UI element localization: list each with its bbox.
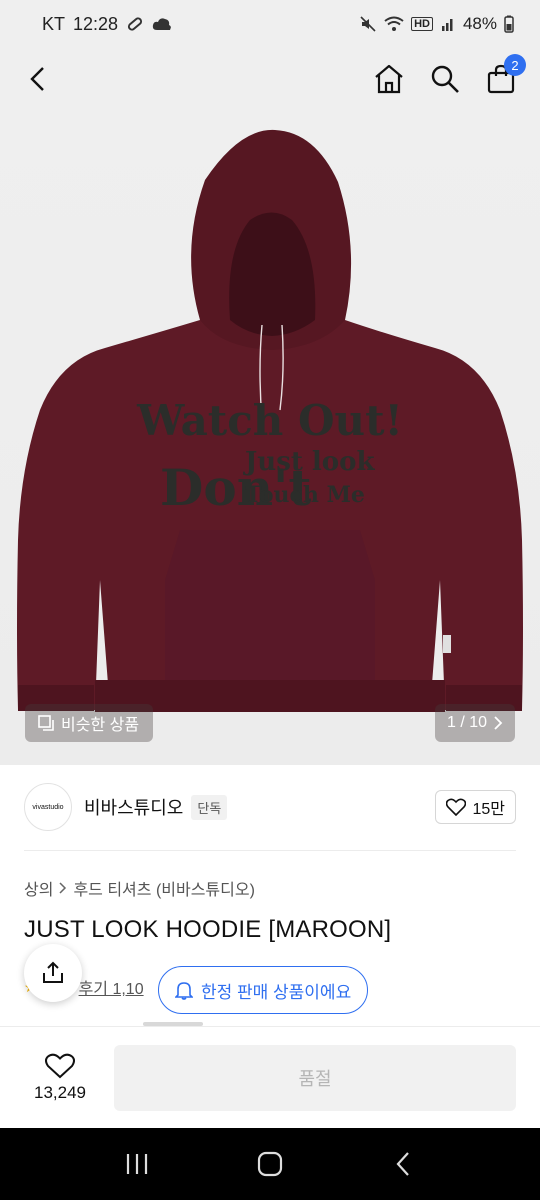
share-button[interactable]	[24, 944, 82, 1002]
pager-text: 1 / 10	[446, 714, 487, 731]
carrier: KT	[42, 13, 66, 34]
brand-name[interactable]: 비바스튜디오	[84, 794, 183, 820]
battery-level: 48%	[462, 14, 497, 33]
product-title: JUST LOOK HOODIE [MAROON]	[24, 916, 392, 943]
print-line-3: Just look	[243, 447, 375, 477]
print-line-4: Touch Me	[245, 482, 365, 508]
home-button[interactable]	[372, 62, 406, 96]
home-circle-icon	[257, 1151, 283, 1177]
cloud-icon	[152, 16, 172, 32]
share-icon	[43, 961, 63, 983]
product-image-carousel[interactable]: Watch Out! Don't Just look Touch Me 비슷한 …	[0, 110, 540, 765]
cart-button[interactable]: 2	[484, 54, 526, 96]
wishlist-count: 13,249	[34, 1082, 86, 1102]
status-bar: KT 12:28 HD 48%	[0, 0, 540, 48]
brand-like-button[interactable]: 15만	[435, 790, 516, 824]
heart-icon	[446, 798, 467, 816]
search-icon	[431, 65, 459, 93]
sold-out-button[interactable]: 품절	[114, 1044, 516, 1111]
copy-icon	[38, 715, 54, 731]
similar-products-button[interactable]: 비슷한 상품	[25, 704, 154, 742]
image-pager[interactable]: 1 / 10	[434, 704, 515, 742]
top-app-bar: 2	[0, 48, 540, 110]
search-button[interactable]	[428, 62, 462, 96]
review-count-link[interactable]: 후기 1,10	[79, 975, 144, 999]
back-arrow-icon	[30, 67, 44, 91]
heart-icon	[45, 1053, 75, 1078]
bottom-action-bar: 13,249 품절	[0, 1026, 540, 1128]
recents-button[interactable]	[117, 1144, 157, 1184]
brand-logo[interactable]: vivastudio	[24, 783, 72, 831]
home-nav-button[interactable]	[250, 1144, 290, 1184]
brand-like-count: 15만	[472, 801, 505, 818]
wifi-icon	[384, 16, 404, 32]
wishlist-button[interactable]: 13,249	[24, 1053, 96, 1103]
home-icon	[375, 64, 403, 94]
brand-logo-text: vivastudio	[32, 803, 64, 811]
breadcrumb-item-subcategory[interactable]: 후드 티셔츠 (비바스튜디오)	[73, 876, 254, 900]
clock: 12:28	[73, 13, 119, 34]
divider	[24, 850, 516, 851]
product-image: Watch Out! Don't Just look Touch Me	[17, 129, 523, 712]
system-nav-bar	[0, 1128, 540, 1200]
limited-sale-notice: 한정 판매 상품이에요	[158, 966, 369, 1014]
back-nav-button[interactable]	[383, 1144, 423, 1184]
hd-indicator: HD	[411, 17, 433, 31]
similar-products-label: 비슷한 상품	[61, 717, 140, 734]
breadcrumb: 상의 후드 티셔츠 (비바스튜디오)	[24, 876, 255, 900]
brand-row: vivastudio 비바스튜디오 단독 15만	[24, 783, 516, 831]
recents-icon	[126, 1154, 147, 1174]
mute-icon	[359, 15, 377, 33]
battery-icon	[504, 15, 514, 33]
exclusive-badge: 단독	[191, 794, 228, 820]
back-nav-icon	[396, 1152, 410, 1176]
print-line-1: Watch Out!	[136, 396, 403, 445]
back-button[interactable]	[22, 62, 56, 96]
chevron-right-icon	[59, 882, 67, 894]
chevron-right-icon	[494, 716, 503, 730]
breadcrumb-item-category[interactable]: 상의	[24, 876, 53, 900]
bell-icon	[175, 982, 193, 1000]
limited-sale-label: 한정 판매 상품이에요	[201, 982, 352, 1002]
cart-badge: 2	[504, 54, 526, 76]
signal-icon	[440, 16, 456, 32]
link-icon	[126, 15, 144, 33]
